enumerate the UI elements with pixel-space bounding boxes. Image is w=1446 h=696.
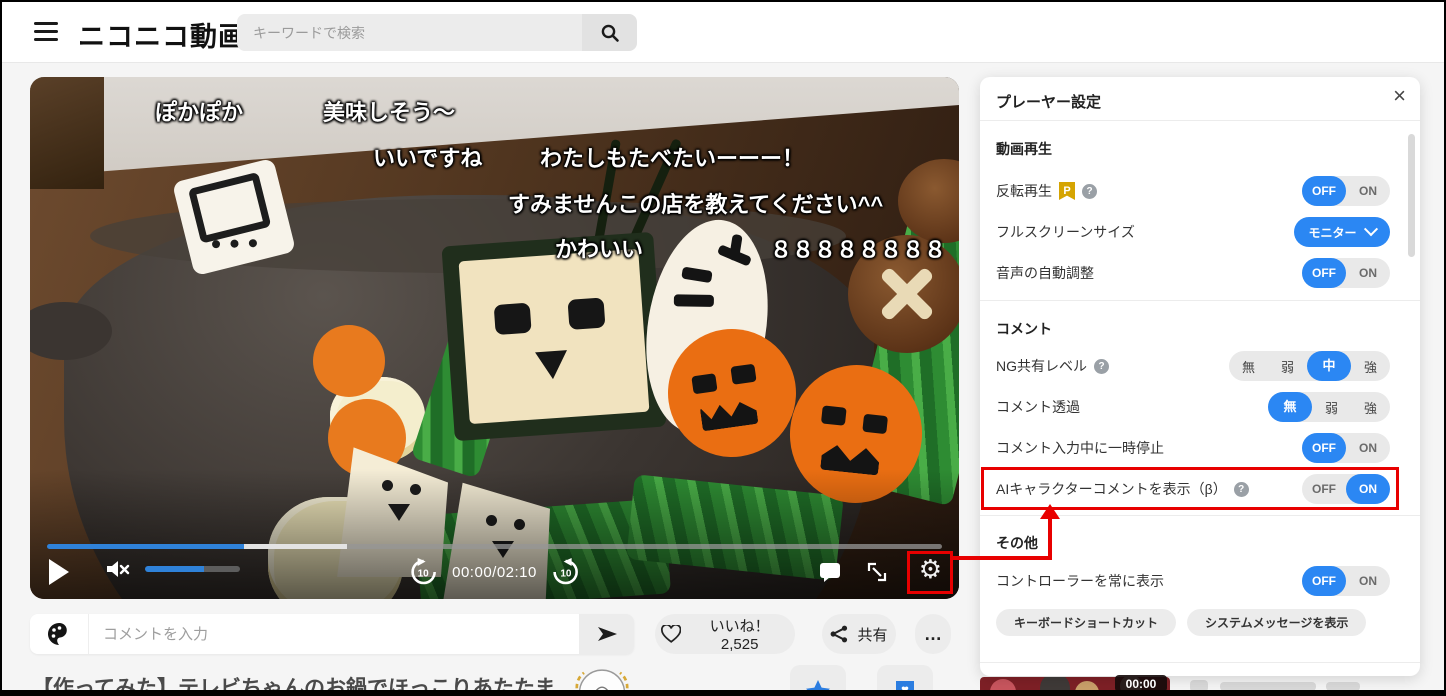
more-button[interactable]: …: [915, 614, 951, 654]
video-player[interactable]: ぽかぽか 美味しそう～ いいですね わたしもたべたいーーー！ すみませんこの店を…: [30, 77, 959, 599]
player-controls: 10 00:00/02:10 10 ⚙: [30, 551, 959, 593]
seek-bar[interactable]: [47, 544, 942, 549]
keyboard-shortcut-button[interactable]: キーボードショートカット: [996, 609, 1176, 636]
mylist-flag-button[interactable]: [877, 665, 933, 696]
setting-row-comment-transparency: コメント透過 無 弱 強: [996, 392, 1390, 422]
reverse-play-toggle[interactable]: OFFON: [1302, 176, 1390, 206]
comment-toggle-icon[interactable]: [818, 560, 842, 584]
send-icon: [595, 622, 619, 646]
search-input[interactable]: [237, 14, 582, 51]
help-icon[interactable]: ?: [1094, 359, 1109, 374]
share-button[interactable]: 共有: [822, 614, 896, 654]
search-icon: [600, 23, 620, 43]
ai-character-comment-label: AIキャラクターコメントを表示（β）: [996, 479, 1227, 499]
danmaku-comment: いいですね: [373, 141, 482, 173]
tvchan-small: [172, 158, 296, 276]
chevron-down-icon: [1363, 222, 1377, 236]
setting-row-reverse-play: 反転再生 P ? OFFON: [996, 176, 1390, 206]
search-bar: [237, 14, 637, 51]
panel-scrollbar[interactable]: [1408, 134, 1415, 257]
ng-level-segmented[interactable]: 無 弱 中 強: [1229, 351, 1390, 381]
palette-icon: [46, 621, 72, 647]
play-button[interactable]: [49, 559, 69, 585]
forward-10-button[interactable]: 10: [551, 557, 581, 587]
fullscreen-size-dropdown[interactable]: モニター: [1294, 217, 1390, 247]
section-playback: 動画再生: [996, 139, 1052, 159]
danmaku-comment: ぽかぽか: [155, 95, 243, 127]
comment-transparency-label: コメント透過: [996, 397, 1080, 417]
always-show-controller-toggle[interactable]: OFFON: [1302, 566, 1390, 596]
comment-transparency-segmented[interactable]: 無 弱 強: [1268, 392, 1390, 422]
rewind-10-button[interactable]: 10: [408, 557, 438, 587]
danmaku-comment: わたしもたべたいーーー！: [540, 141, 804, 173]
comment-send-button[interactable]: [579, 614, 634, 654]
fullscreen-size-label: フルスクリーンサイズ: [996, 222, 1135, 242]
niconico-watch-page: ニコニコ動画: [0, 0, 1446, 696]
more-label: …: [924, 624, 942, 645]
system-message-button[interactable]: システムメッセージを表示: [1187, 609, 1366, 636]
section-other: その他: [996, 533, 1038, 553]
time-display: 00:00/02:10: [452, 564, 537, 581]
achievement-laurel-icon: [564, 662, 640, 696]
auto-volume-toggle[interactable]: OFFON: [1302, 258, 1390, 288]
video-title: 【作ってみた】テレビちゃんのお鍋でほっこりあたたま: [32, 672, 555, 696]
setting-row-ng-level: NG共有レベル ? 無 弱 中 強: [996, 351, 1390, 381]
danmaku-comment: かわいい: [555, 232, 643, 264]
pause-on-input-label: コメント入力中に一時停止: [996, 438, 1164, 458]
danmaku-comment: すみませんこの店を教えてください^^: [508, 187, 883, 219]
comment-input[interactable]: [89, 614, 579, 654]
help-icon[interactable]: ?: [1082, 184, 1097, 199]
ghost-text: [1220, 682, 1316, 691]
niconico-logo[interactable]: ニコニコ動画: [78, 15, 246, 54]
setting-row-pause-on-input: コメント入力中に一時停止 OFFON: [996, 433, 1390, 463]
like-label: いいね！ 2,525: [690, 615, 789, 653]
share-label: 共有: [857, 624, 887, 645]
pause-on-input-toggle[interactable]: OFFON: [1302, 433, 1390, 463]
ng-level-label: NG共有レベル: [996, 356, 1087, 376]
search-button[interactable]: [582, 14, 637, 51]
annotation-line-horizontal: [950, 556, 1052, 560]
danmaku-comment: 美味しそう～: [323, 95, 455, 127]
app-header: ニコニコ動画: [2, 2, 1444, 63]
comment-input-bar: [30, 614, 634, 654]
favorite-star-button[interactable]: [790, 665, 846, 696]
mute-icon[interactable]: [105, 557, 131, 581]
premium-badge: P: [1059, 182, 1075, 200]
annotation-arrow-up: [1040, 504, 1060, 519]
reverse-play-label: 反転再生: [996, 181, 1052, 201]
command-palette-button[interactable]: [30, 614, 89, 654]
setting-row-ai-character-comment: AIキャラクターコメントを表示（β） ? OFFON: [996, 474, 1390, 504]
heart-icon: [661, 625, 681, 644]
setting-row-always-show-controller: コントローラーを常に表示 OFFON: [996, 566, 1390, 596]
like-button[interactable]: いいね！ 2,525: [655, 614, 795, 654]
menu-icon[interactable]: [34, 22, 58, 42]
setting-row-auto-volume: 音声の自動調整 OFFON: [996, 258, 1390, 288]
fullscreen-icon[interactable]: [865, 560, 889, 584]
ghost-icon: [1190, 680, 1208, 692]
share-icon: [830, 625, 848, 643]
panel-title: プレーヤー設定: [996, 91, 1101, 112]
auto-volume-label: 音声の自動調整: [996, 263, 1094, 283]
always-show-controller-label: コントローラーを常に表示: [996, 571, 1164, 591]
ghost-text: [1326, 682, 1360, 691]
flag-heart-icon: [893, 679, 917, 696]
volume-slider[interactable]: [145, 566, 240, 572]
next-video-duration-badge: 00:00: [1115, 675, 1167, 692]
settings-gear-icon[interactable]: ⚙: [919, 554, 942, 585]
ai-character-comment-toggle[interactable]: OFFON: [1302, 474, 1390, 504]
annotation-line-vertical: [1048, 516, 1052, 560]
section-comment: コメント: [996, 319, 1052, 339]
setting-row-fullscreen-size: フルスクリーンサイズ モニター: [996, 217, 1390, 247]
star-icon: [805, 679, 831, 696]
help-icon[interactable]: ?: [1234, 482, 1249, 497]
close-icon[interactable]: ×: [1393, 85, 1406, 107]
player-settings-panel: プレーヤー設定 × 動画再生 反転再生 P ? OFFON フルスクリーンサイズ…: [980, 77, 1420, 676]
danmaku-comment: ８８８８８８８８: [770, 232, 946, 264]
